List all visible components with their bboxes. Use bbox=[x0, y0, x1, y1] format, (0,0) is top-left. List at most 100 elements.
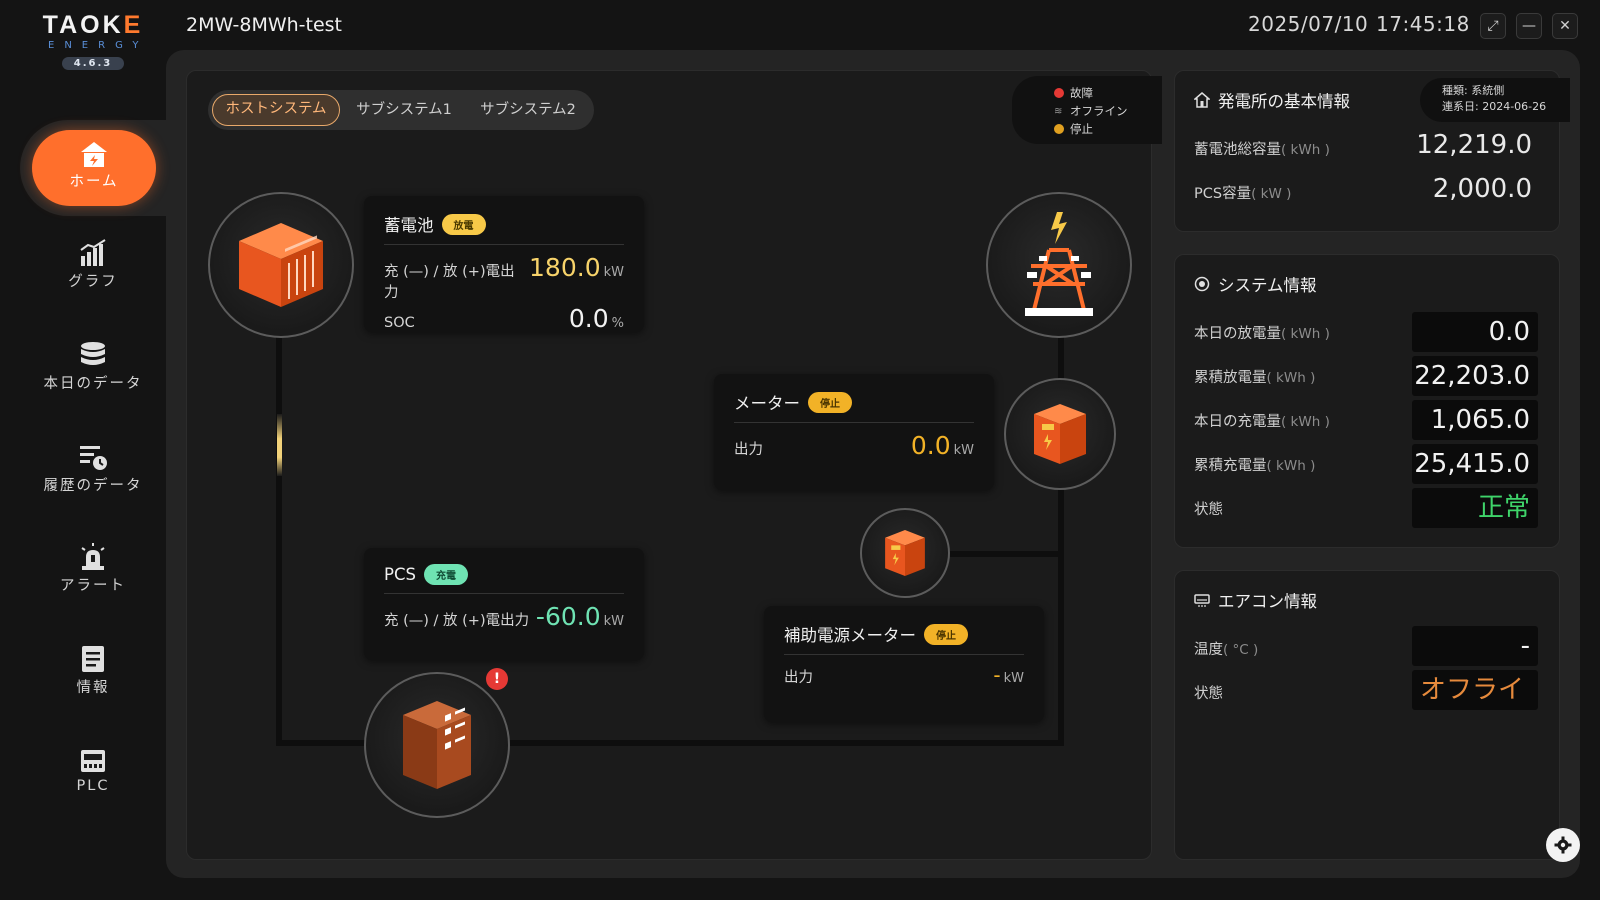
system-icon bbox=[1194, 276, 1210, 292]
meter-output-value: 0.0 bbox=[910, 431, 951, 460]
soc-value: 0.0 bbox=[568, 304, 609, 333]
pcs-device[interactable] bbox=[364, 672, 510, 818]
pcs-title: PCS bbox=[384, 565, 416, 584]
nav-info[interactable]: 情報 bbox=[20, 644, 166, 734]
tab-subsystem-1[interactable]: サブシステム1 bbox=[344, 94, 464, 126]
nav-alert-label: アラート bbox=[60, 578, 126, 594]
close-button[interactable]: ✕ bbox=[1552, 13, 1578, 39]
meter-output-unit: kW bbox=[953, 443, 974, 458]
current-time: 17:45:18 bbox=[1376, 12, 1470, 36]
tab-subsystem-2[interactable]: サブシステム2 bbox=[468, 94, 588, 126]
nav-info-label: 情報 bbox=[76, 680, 110, 696]
air-conditioner-icon bbox=[1194, 594, 1210, 607]
battery-power-unit: kW bbox=[603, 265, 624, 280]
aircon-info-title: エアコン情報 bbox=[1194, 588, 1317, 612]
charge-badge: 充電 bbox=[423, 564, 468, 585]
meter-device[interactable] bbox=[1004, 378, 1116, 490]
discharge-badge: 放電 bbox=[441, 213, 486, 235]
today-charge-label: 本日の充電量( kWh ) bbox=[1194, 414, 1330, 430]
close-icon: ✕ bbox=[1559, 18, 1571, 34]
nav-today-data[interactable]: 本日のデータ bbox=[20, 340, 166, 430]
pcs-power-unit: kW bbox=[603, 614, 624, 629]
pcs-fault-icon[interactable]: ! bbox=[486, 668, 508, 690]
expand-icon: ⤢ bbox=[1487, 18, 1499, 34]
meter-status-badge: 停止 bbox=[808, 391, 852, 413]
legend-stopped: 停止 bbox=[1054, 120, 1162, 138]
meter-box-icon bbox=[1034, 404, 1086, 464]
subsystem-tabs: ホストシステム サブシステム1 サブシステム2 bbox=[208, 90, 594, 130]
database-icon bbox=[81, 342, 105, 365]
aux-meter-device[interactable] bbox=[860, 508, 950, 598]
version-badge: 4.6.3 bbox=[61, 57, 125, 70]
grid-connection-date: 連系日: 2024-06-26 bbox=[1442, 100, 1547, 113]
flow-indicator bbox=[277, 414, 282, 476]
station-type-tag: 種類: 系統側 連系日: 2024-06-26 bbox=[1420, 78, 1570, 122]
aux-meter-box-icon bbox=[885, 530, 925, 576]
nav-graph-label: グラフ bbox=[68, 274, 118, 290]
nav-history-data[interactable]: 履歴のデータ bbox=[20, 442, 166, 532]
pcs-capacity-value: 2,000.0 bbox=[1432, 174, 1532, 204]
fault-icon bbox=[1054, 88, 1064, 98]
aircon-status-value: オフライ bbox=[1412, 670, 1538, 710]
aux-meter-status-badge: 停止 bbox=[924, 623, 968, 645]
aircon-status-label: 状態 bbox=[1194, 686, 1223, 702]
pcs-power-value: -60.0 bbox=[535, 602, 601, 631]
history-icon bbox=[80, 446, 107, 470]
today-charge-value: 1,065.0 bbox=[1412, 400, 1538, 440]
battery-container-icon bbox=[239, 223, 323, 307]
meter-card: メーター 停止 出力 0.0 kW bbox=[714, 374, 994, 490]
pcs-power-label: 充 (—) / 放 (+)電出力 bbox=[384, 613, 530, 629]
stopped-icon bbox=[1054, 124, 1064, 134]
battery-pcs-line bbox=[276, 334, 282, 746]
soc-unit: % bbox=[611, 316, 624, 331]
nav-home[interactable]: ホーム bbox=[32, 130, 156, 206]
nav-alert[interactable]: アラート bbox=[20, 542, 166, 632]
house-icon bbox=[1194, 92, 1210, 108]
company-logo: TAOKE ENERGY 4.6.3 bbox=[40, 8, 146, 70]
nav-plc-label: PLC bbox=[76, 778, 110, 794]
system-status-value: 正常 bbox=[1412, 488, 1538, 528]
aux-meter-card: 補助電源メーター 停止 出力 - kW bbox=[764, 606, 1044, 722]
total-discharge-value: 22,203.0 bbox=[1412, 356, 1538, 396]
battery-power-label: 充 (—) / 放 (+)電出力 bbox=[384, 264, 515, 301]
logo-wordmark: TAOKE bbox=[42, 11, 144, 39]
tab-host-system[interactable]: ホストシステム bbox=[212, 94, 340, 126]
alarm-icon bbox=[81, 543, 105, 570]
nav-today-data-label: 本日のデータ bbox=[43, 376, 143, 392]
document-icon bbox=[82, 646, 104, 672]
pcs-cabinet-icon bbox=[403, 701, 471, 789]
battery-capacity-label: 蓄電池総容量( kWh ) bbox=[1194, 142, 1330, 158]
battery-power-value: 180.0 bbox=[529, 253, 601, 282]
battery-device[interactable] bbox=[208, 192, 354, 338]
settings-button[interactable] bbox=[1546, 828, 1580, 862]
nav-history-data-label: 履歴のデータ bbox=[43, 478, 143, 494]
battery-card: 蓄電池 放電 充 (—) / 放 (+)電出力 180.0 kW SOC 0.0% bbox=[364, 196, 644, 333]
transmission-tower-icon bbox=[1025, 212, 1093, 316]
soc-label: SOC bbox=[384, 315, 415, 331]
system-status-label: 状態 bbox=[1194, 502, 1223, 518]
current-date: 2025/07/10 bbox=[1248, 12, 1369, 36]
fullscreen-button[interactable]: ⤢ bbox=[1480, 13, 1506, 39]
aux-meter-line bbox=[950, 551, 1062, 557]
minimize-button[interactable]: — bbox=[1516, 13, 1542, 39]
grid-device[interactable] bbox=[986, 192, 1132, 338]
today-discharge-value: 0.0 bbox=[1412, 312, 1538, 352]
nav-graph[interactable]: グラフ bbox=[20, 238, 166, 328]
nav-home-label: ホーム bbox=[69, 174, 119, 190]
pcs-card: PCS 充電 充 (—) / 放 (+)電出力 -60.0 kW bbox=[364, 548, 644, 660]
total-discharge-label: 累積放電量( kWh ) bbox=[1194, 370, 1316, 386]
total-charge-label: 累積充電量( kWh ) bbox=[1194, 458, 1316, 474]
station-info-title: 発電所の基本情報 bbox=[1194, 88, 1350, 112]
aux-meter-output-label: 出力 bbox=[784, 670, 813, 686]
gear-icon bbox=[1554, 836, 1572, 854]
nav-plc[interactable]: PLC bbox=[20, 746, 166, 836]
aux-meter-title: 補助電源メーター bbox=[784, 626, 916, 645]
wifi-off-icon: ≋ bbox=[1054, 105, 1063, 117]
system-info-title: システム情報 bbox=[1194, 272, 1317, 296]
legend-offline: ≋ オフライン bbox=[1054, 104, 1128, 118]
total-charge-value: 25,415.0 bbox=[1412, 444, 1538, 484]
pcs-capacity-label: PCS容量( kW ) bbox=[1194, 186, 1292, 202]
logo-subtitle: ENERGY bbox=[48, 40, 149, 51]
aux-meter-output-value: - bbox=[993, 663, 1001, 687]
aircon-temp-label: 温度( °C ) bbox=[1194, 642, 1259, 658]
